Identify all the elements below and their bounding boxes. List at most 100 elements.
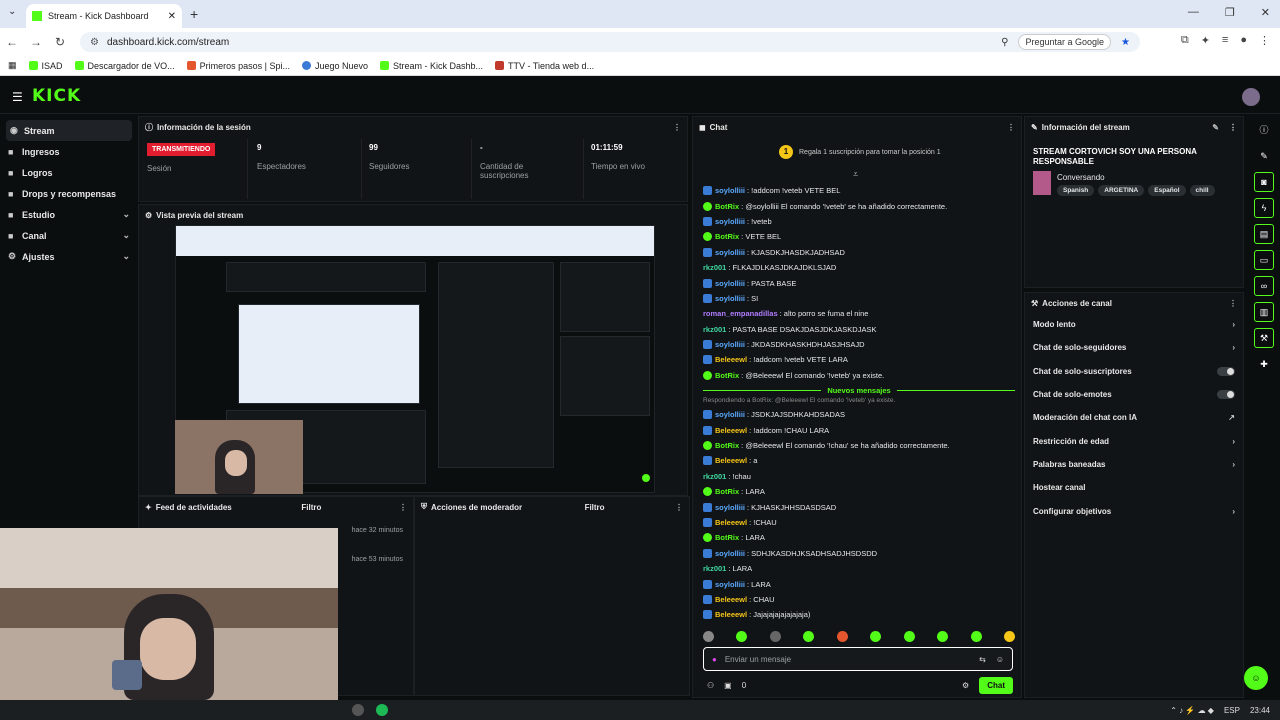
chat-username[interactable]: BotRix (715, 202, 739, 211)
link-icon[interactable]: ∞ (1254, 276, 1274, 296)
translate-icon[interactable]: ⇆ (979, 655, 986, 664)
sidebar-item-canal[interactable]: ■ Canal ⌄ (0, 225, 138, 246)
chat-message[interactable]: soylolliii: !addcom !veteb VETE BEL (703, 183, 1015, 198)
bookmark-star-icon[interactable]: ★ (1121, 37, 1130, 48)
info-icon[interactable]: ⓘ (1254, 120, 1274, 140)
chat-message[interactable]: soylolliii: SI (703, 291, 1015, 306)
action-emotes-only[interactable]: Chat de solo-emotes (1025, 383, 1243, 406)
reload-icon[interactable]: ↻ (48, 35, 72, 49)
chat-username[interactable]: soylolliii (715, 279, 745, 288)
feed-filter-button[interactable]: Filtro (301, 503, 321, 512)
chat-message[interactable]: soylolliii: SDHJKASDHJKSADHSADJHSDSDD (703, 546, 1015, 561)
action-banned-words[interactable]: Palabras baneadas › (1025, 453, 1243, 476)
back-icon[interactable]: ← (0, 35, 24, 49)
action-followers-only[interactable]: Chat de solo-seguidores › (1025, 336, 1243, 359)
chat-username[interactable]: Beleeewl (715, 456, 747, 465)
menu-icon[interactable]: ⋮ (1259, 34, 1270, 47)
maximize-icon[interactable]: ❐ (1225, 6, 1235, 19)
chat-message[interactable]: BotRix: @soylolliii El comando '!veteb' … (703, 198, 1015, 213)
chat-message[interactable]: Beleeewl: CHAU (703, 592, 1015, 607)
chat-message[interactable]: Beleeewl: Jajajajajajajajaja) (703, 607, 1015, 622)
layout-icon[interactable]: ▥ (1254, 302, 1274, 322)
taskbar-app-icon[interactable] (352, 704, 364, 716)
chat-message[interactable]: Beleeewl: !addcom !CHAU LARA (703, 422, 1015, 437)
chat-username[interactable]: soylolliii (715, 340, 745, 349)
emoji-icon[interactable]: ☺ (996, 655, 1004, 664)
chat-message[interactable]: Beleeewl: !addcom !veteb VETE LARA (703, 352, 1015, 367)
kick-logo[interactable]: KICK (32, 86, 81, 106)
more-options-icon[interactable]: ⋮ (1229, 123, 1237, 132)
tab-search-icon[interactable]: ⌄ (8, 6, 16, 17)
sidebar-item-ingresos[interactable]: ■ Ingresos (0, 141, 138, 162)
emote-icon[interactable] (736, 631, 748, 642)
emote-icon[interactable] (903, 631, 915, 642)
browser-tab[interactable]: Stream - Kick Dashboard ✕ (26, 4, 182, 28)
tray-icons[interactable]: ⌃ ♪ ⚡ ☁ ◆ (1170, 706, 1214, 715)
chat-message[interactable]: Beleeewl: !CHAU (703, 515, 1015, 530)
chat-message[interactable]: soylolliii: PASTA BASE (703, 275, 1015, 290)
action-configure-goals[interactable]: Configurar objetivos › (1025, 499, 1243, 522)
chat-message[interactable]: soylolliii: LARA (703, 576, 1015, 591)
chat-username[interactable]: Beleeewl (715, 355, 747, 364)
profile-icon[interactable]: ● (1240, 34, 1247, 47)
bookmark-item[interactable]: Primeros pasos | Spi... (186, 61, 290, 71)
bookmark-item[interactable]: TTV - Tienda web d... (495, 61, 594, 71)
keyboard-language[interactable]: ESP (1224, 706, 1240, 715)
ask-google-button[interactable]: Preguntar a Google (1018, 34, 1112, 50)
puzzle-icon[interactable]: ✦ (1201, 34, 1210, 47)
clock[interactable]: 23:44 (1250, 706, 1270, 715)
bookmark-item[interactable]: Descargador de VO... (74, 61, 175, 71)
emote-icon[interactable] (937, 631, 949, 642)
media-icon[interactable]: ≡ (1222, 34, 1228, 47)
chat-username[interactable]: Beleeewl (715, 595, 747, 604)
chat-username[interactable]: roman_empanadillas (703, 309, 778, 318)
chat-bubble-icon[interactable]: ▭ (1254, 250, 1274, 270)
chat-username[interactable]: soylolliii (715, 186, 745, 195)
lightning-icon[interactable]: ϟ (1254, 198, 1274, 218)
sidebar-item-logros[interactable]: ■ Logros (0, 162, 138, 183)
gift-icon[interactable]: ▣ (724, 681, 732, 690)
chat-message[interactable]: BotRix: VETE BEL (703, 229, 1015, 244)
sidebar-item-drops[interactable]: ■ Drops y recompensas (0, 183, 138, 204)
action-subscribers-only[interactable]: Chat de solo-suscriptores (1025, 360, 1243, 383)
chat-username[interactable]: BotRix (715, 371, 739, 380)
chat-username[interactable]: soylolliii (715, 549, 745, 558)
apps-icon[interactable]: ▦ (8, 60, 17, 71)
emote-icon[interactable] (1003, 631, 1015, 642)
sidebar-item-stream[interactable]: ◉ Stream (6, 120, 132, 141)
chat-username[interactable]: Beleeewl (715, 426, 747, 435)
spotify-icon[interactable] (376, 704, 388, 716)
forward-icon[interactable]: → (24, 35, 48, 49)
chat-message[interactable]: BotRix: LARA (703, 484, 1015, 499)
users-icon[interactable]: ⚇ (707, 681, 714, 690)
extension-icon[interactable]: ⧉ (1181, 34, 1189, 47)
camera-icon[interactable]: ◙ (1254, 172, 1274, 192)
minimize-icon[interactable]: — (1188, 6, 1199, 19)
chat-message[interactable]: roman_empanadillas: alto porro se fuma e… (703, 306, 1015, 321)
microphone-icon[interactable]: ● (712, 655, 717, 664)
chat-message-input[interactable]: ● Enviar un mensaje ⇆ ☺ (703, 647, 1013, 671)
more-options-icon[interactable]: ⋮ (399, 503, 407, 512)
edit-icon[interactable]: ✎ (1254, 146, 1274, 166)
chat-message[interactable]: rkz001: LARA (703, 561, 1015, 576)
bookmark-item[interactable]: ISAD (28, 61, 63, 71)
document-icon[interactable]: ▤ (1254, 224, 1274, 244)
emotes-only-toggle[interactable] (1217, 390, 1235, 400)
chat-message[interactable]: BotRix: @Beleeewl El comando '!veteb' ya… (703, 368, 1015, 383)
chat-message[interactable]: soylolliii: !veteb (703, 214, 1015, 229)
more-options-icon[interactable]: ⋮ (1229, 299, 1237, 308)
close-window-icon[interactable]: ✕ (1261, 6, 1270, 19)
chat-message[interactable]: soylolliii: JKDASDKHASKHDHJASJHSAJD (703, 337, 1015, 352)
url-field[interactable]: ⚙ dashboard.kick.com/stream ⚲ Preguntar … (80, 32, 1140, 52)
chat-username[interactable]: soylolliii (715, 248, 745, 257)
sidebar-item-ajustes[interactable]: ⚙ Ajustes ⌄ (0, 246, 138, 267)
chat-username[interactable]: soylolliii (715, 410, 745, 419)
emote-icon[interactable] (769, 631, 781, 642)
chat-message[interactable]: Beleeewl: a (703, 453, 1015, 468)
chat-username[interactable]: BotRix (715, 441, 739, 450)
sidebar-item-estudio[interactable]: ■ Estudio ⌄ (0, 204, 138, 225)
chat-settings-icon[interactable]: ⚙ (962, 681, 969, 690)
emote-icon[interactable] (836, 631, 848, 642)
emote-icon[interactable] (703, 631, 714, 642)
site-info-icon[interactable]: ⚙ (90, 37, 99, 48)
